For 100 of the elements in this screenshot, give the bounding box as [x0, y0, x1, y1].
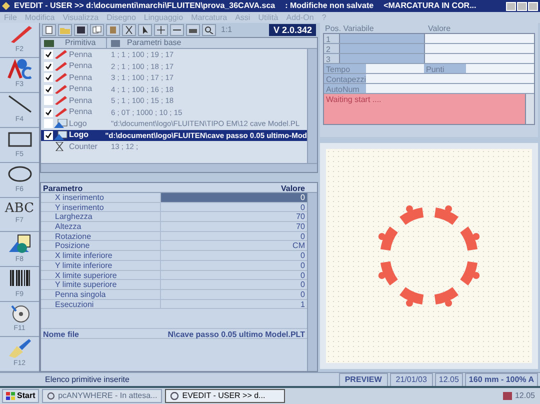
variable-field[interactable]	[340, 34, 424, 43]
checkbox[interactable]	[44, 108, 53, 117]
parameter-value: 0	[300, 290, 306, 299]
move-icon[interactable]	[154, 24, 168, 36]
checkbox[interactable]	[44, 130, 53, 140]
primitive-name: Penna	[69, 72, 92, 84]
parameter-name: Y limite superiore	[41, 280, 161, 289]
maximize-button[interactable]	[517, 2, 527, 10]
new-file-icon[interactable]	[42, 24, 56, 36]
primitive-name: Penna	[69, 94, 92, 107]
column-title: Pos. Variabile	[324, 23, 375, 33]
variable-field[interactable]	[340, 54, 424, 63]
start-button[interactable]: Start	[2, 389, 40, 403]
parameter-row[interactable]: Rotazione 0	[41, 232, 307, 242]
picture-icon	[54, 119, 68, 128]
vertical-scrollbar[interactable]	[307, 49, 317, 163]
parameter-name: Y inserimento	[41, 202, 161, 212]
checkbox[interactable]	[44, 73, 53, 82]
parameter-row[interactable]: X inserimento 0	[41, 193, 307, 203]
parameter-value: 0	[300, 202, 306, 212]
parameter-row[interactable]: Penna singola 0	[41, 290, 307, 300]
column-title: Parametri base	[126, 37, 182, 49]
column-header[interactable]: Parametri base	[107, 38, 307, 48]
window-title: EVEDIT - USER >> d:\documenti\marchi\FLUITEN\prova_36CAVA.sca	[14, 0, 276, 12]
status-message: Elenco primitive inserite	[44, 374, 130, 386]
parameter-value: 1	[300, 300, 306, 308]
parameter-row[interactable]: Altezza 70	[41, 222, 307, 232]
parameter-name: Larghezza	[41, 212, 161, 222]
zoom-ratio: 1:1	[221, 24, 232, 36]
version-label: V 2.0.342	[269, 24, 316, 36]
book-icon	[111, 40, 120, 46]
parameter-value: 70	[295, 212, 306, 222]
checkbox[interactable]	[44, 119, 53, 128]
text-tool-icon: ABC	[4, 202, 34, 216]
copy-icon[interactable]	[90, 24, 104, 36]
parameter-row[interactable]: X limite inferiore 0	[41, 251, 307, 261]
value-field[interactable]	[424, 54, 534, 63]
log-text: Waiting start ....	[325, 94, 382, 106]
horizontal-scrollbar[interactable]	[41, 163, 317, 172]
parameter-name: Rotazione	[41, 232, 161, 240]
parameter-name: Y limite inferiore	[41, 260, 161, 270]
pointer-icon[interactable]	[138, 24, 152, 36]
column-header[interactable]: Primitiva	[41, 38, 107, 48]
time-field[interactable]	[366, 64, 424, 73]
parameter-value: 0	[300, 270, 306, 280]
cut-icon[interactable]	[122, 24, 136, 36]
app-icon	[2, 2, 10, 10]
zoom-icon[interactable]	[202, 24, 216, 36]
app-icon	[47, 392, 56, 400]
picture-icon	[54, 130, 68, 140]
pencil-icon	[54, 62, 68, 71]
mode-status: <MARCATURA IN COR...	[384, 0, 476, 12]
parameter-row[interactable]: X limite superiore 0	[41, 270, 307, 280]
autonum-field[interactable]	[366, 84, 534, 93]
points-field[interactable]	[466, 64, 534, 73]
align-icon[interactable]	[170, 24, 184, 36]
windows-logo-icon	[6, 392, 15, 400]
primitive-name: Penna	[69, 106, 92, 118]
save-icon[interactable]	[74, 24, 88, 36]
shapes-icon	[6, 234, 32, 254]
parameter-value: 0	[161, 193, 307, 202]
taskbar-button[interactable]: EVEDIT - USER >> d...	[165, 389, 286, 403]
field-label: Tempo	[324, 64, 366, 73]
pencil-icon	[54, 108, 68, 117]
close-button[interactable]	[528, 2, 538, 10]
parameter-row[interactable]: Y limite inferiore 0	[41, 260, 307, 270]
primitive-name: Penna	[69, 83, 92, 96]
variable-field[interactable]	[340, 44, 424, 53]
counter-field[interactable]	[366, 74, 534, 83]
field-label: Contapezzi	[324, 74, 366, 83]
pencil-icon	[54, 96, 68, 106]
parameter-row[interactable]: Y inserimento 0	[41, 202, 307, 212]
parameter-name: Nome file	[42, 328, 80, 338]
taskbar-button[interactable]: pcANYWHERE - In attesa...	[42, 389, 162, 403]
pencil-icon	[54, 84, 68, 94]
line-icon	[6, 94, 32, 114]
parameter-name: Posizione	[41, 241, 161, 250]
parameter-row[interactable]: Larghezza 70	[41, 212, 307, 222]
vertical-scrollbar[interactable]	[307, 193, 317, 371]
parameter-row[interactable]: Y limite superiore 0	[41, 280, 307, 290]
parameter-value: 70	[295, 222, 306, 231]
parameter-row[interactable]: Posizione CM	[41, 241, 307, 252]
primitive-name: Penna	[69, 49, 92, 61]
checkbox[interactable]	[44, 50, 53, 60]
parameter-value: N\cave passo 0.05 ultimo Model.PLT	[166, 328, 306, 338]
checkbox[interactable]	[44, 84, 53, 94]
value-field[interactable]	[424, 44, 534, 53]
parameter-name: Esecuzioni	[41, 300, 161, 308]
vertical-scrollbar[interactable]	[525, 94, 534, 124]
parameter-value: 0	[300, 260, 306, 270]
primitive-name: Logo	[69, 129, 89, 142]
primitive-name: Logo	[69, 118, 87, 130]
field-label: AutoNum	[324, 84, 366, 93]
checkbox[interactable]	[44, 62, 53, 71]
checkbox[interactable]	[44, 96, 53, 106]
letters-icon	[6, 59, 32, 80]
clock: 12.05	[514, 390, 535, 402]
value-field[interactable]	[424, 34, 534, 43]
minimize-button[interactable]	[506, 2, 516, 10]
parameter-row[interactable]: Esecuzioni 1	[41, 300, 307, 310]
